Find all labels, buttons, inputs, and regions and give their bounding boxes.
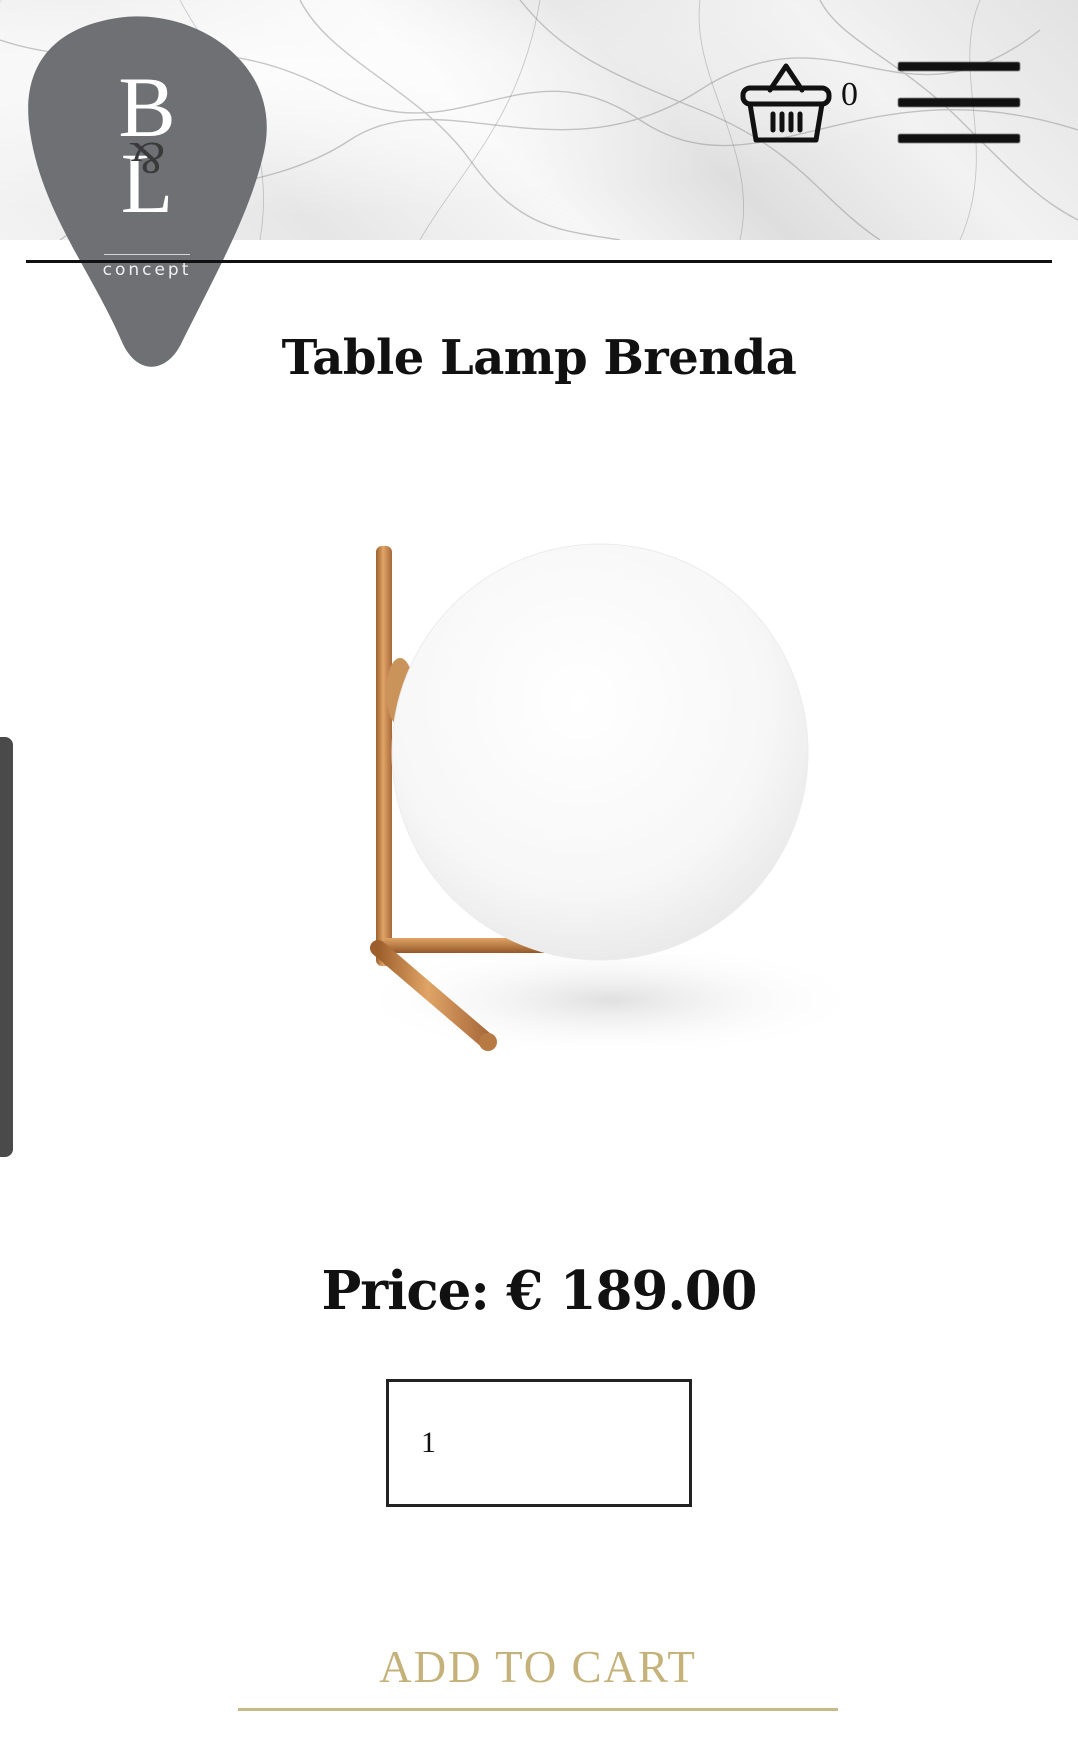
product-title: Table Lamp Brenda xyxy=(281,330,797,386)
quantity-input[interactable] xyxy=(386,1379,692,1507)
product-page: 0 B L & concept Table Lamp Brenda Price:… xyxy=(0,0,1078,1737)
product-price: Price: € 189.00 xyxy=(0,1260,1078,1322)
logo-divider xyxy=(104,254,190,255)
cart-button[interactable]: 0 xyxy=(740,62,875,147)
menu-bar xyxy=(898,134,1020,143)
side-drawer-handle[interactable] xyxy=(0,737,13,1157)
header-divider xyxy=(26,260,1052,263)
basket-icon xyxy=(740,63,832,143)
price-value: € 189.00 xyxy=(506,1260,757,1322)
logo-ampersand: & xyxy=(129,133,165,184)
price-label: Price: xyxy=(321,1260,489,1322)
cart-count: 0 xyxy=(841,76,858,113)
lamp-image xyxy=(350,543,870,1060)
menu-bar xyxy=(898,62,1020,71)
hamburger-menu-icon[interactable] xyxy=(898,58,1020,150)
add-to-cart-button[interactable]: ADD TO CART xyxy=(238,1625,838,1711)
menu-bar xyxy=(898,98,1020,107)
brand-logo[interactable]: B L & concept xyxy=(22,12,272,374)
logo-subtitle: concept xyxy=(102,260,192,280)
